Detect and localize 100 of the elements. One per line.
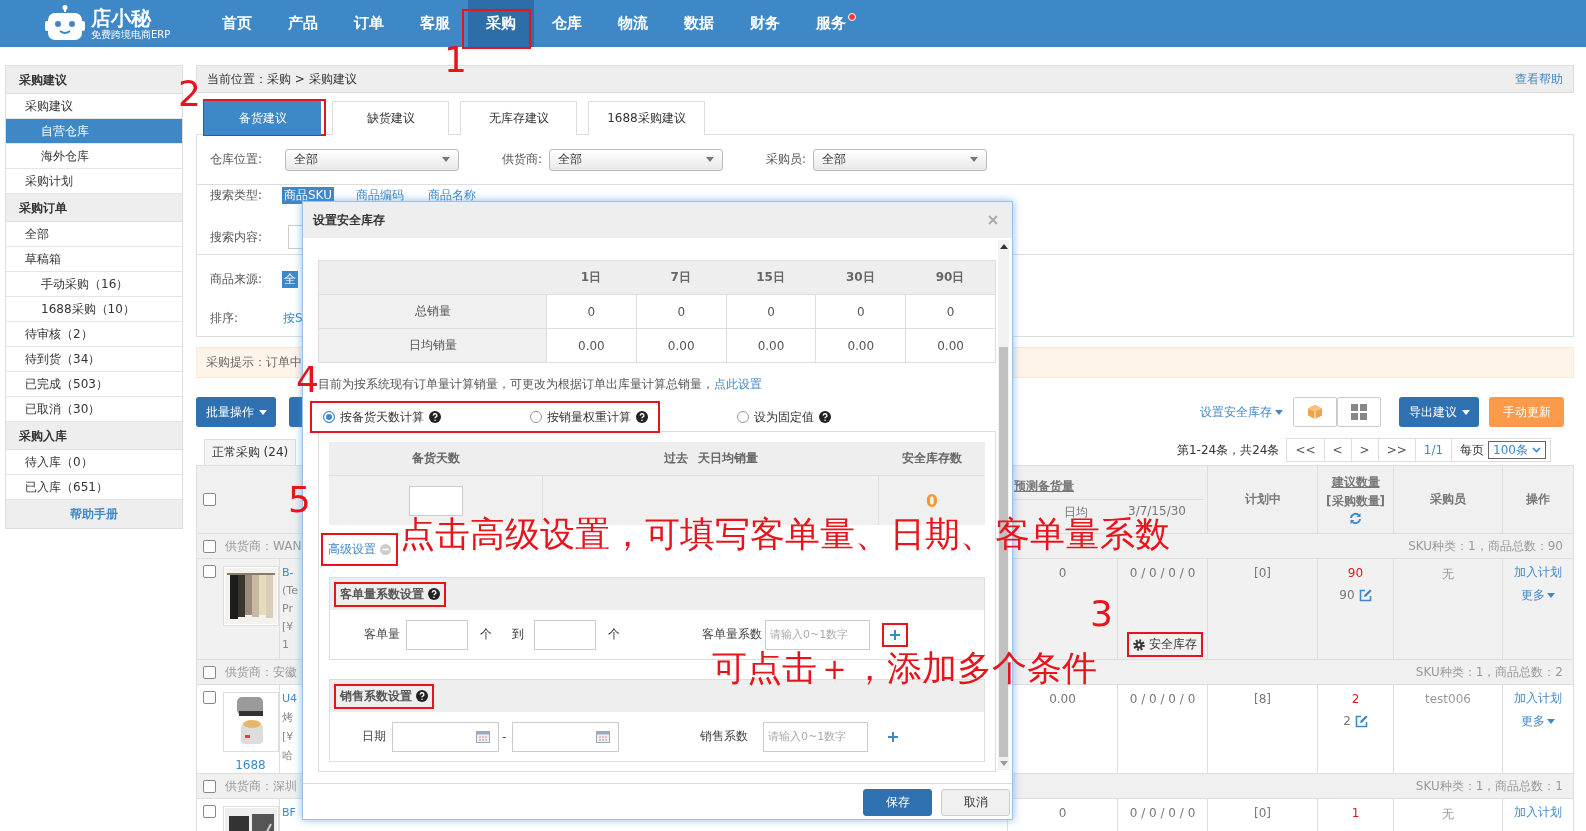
scroll-down-icon[interactable] bbox=[999, 761, 1008, 766]
source-option[interactable]: 全 bbox=[282, 270, 298, 288]
group-summary: SKU种类：1，商品总数：1 bbox=[1415, 777, 1563, 795]
sidebar-section-title: 采购建议 bbox=[6, 66, 182, 94]
more-link[interactable]: 更多 bbox=[1521, 587, 1555, 604]
days-field[interactable] bbox=[408, 485, 463, 516]
settings-link[interactable]: 点此设置 bbox=[714, 377, 762, 391]
caret-icon bbox=[706, 157, 714, 162]
scroll-up-icon[interactable] bbox=[999, 244, 1008, 249]
dropdown[interactable]: 全部 bbox=[813, 148, 987, 171]
checkbox[interactable] bbox=[203, 665, 216, 679]
nav-item[interactable]: 采购 bbox=[468, 0, 534, 47]
field-label: 销售系数 bbox=[700, 728, 748, 745]
nav-item[interactable]: 物流 bbox=[600, 0, 666, 47]
table-cell: 0 / 0 / 0 / 0 bbox=[1129, 692, 1196, 706]
checkbox[interactable] bbox=[203, 565, 216, 578]
column-header: 30日 bbox=[845, 269, 875, 286]
add-to-plan-link[interactable]: 加入计划 bbox=[1514, 804, 1562, 821]
tab[interactable]: 无库存建议 bbox=[460, 101, 577, 135]
table-cell: 0.00 bbox=[578, 338, 605, 353]
coefficient-field[interactable]: 请输入0~1数字 bbox=[763, 721, 868, 752]
purchase-quantity: 2 bbox=[1343, 714, 1351, 728]
product-text[interactable]: U4 bbox=[282, 692, 298, 705]
nav-item[interactable]: 数据 bbox=[666, 0, 732, 47]
dropdown[interactable]: 全部 bbox=[285, 148, 459, 171]
radio-label[interactable]: 按备货天数计算 bbox=[340, 408, 424, 426]
nav-item[interactable]: 仓库 bbox=[534, 0, 600, 47]
purchase-quantity: 90 bbox=[1339, 588, 1355, 602]
save-button[interactable]: 保存 bbox=[863, 789, 932, 816]
quantity-field[interactable] bbox=[406, 619, 468, 650]
quantity-field[interactable] bbox=[534, 619, 596, 650]
search-type-option[interactable]: 商品编码 bbox=[353, 186, 406, 204]
checkbox[interactable] bbox=[203, 805, 216, 818]
sort-option[interactable]: 按S bbox=[283, 309, 303, 327]
nav-item[interactable]: 产品 bbox=[270, 0, 336, 47]
settings-icon bbox=[1133, 638, 1145, 651]
nav-item[interactable]: 订单 bbox=[336, 0, 402, 47]
search-type-option[interactable]: 商品名称 bbox=[425, 186, 478, 204]
checkbox[interactable] bbox=[203, 691, 216, 704]
radio-label[interactable]: 按销量权重计算 bbox=[547, 408, 631, 426]
checkbox[interactable] bbox=[203, 779, 216, 793]
radio-label[interactable]: 设为固定值 bbox=[754, 408, 814, 426]
date-field[interactable] bbox=[392, 721, 499, 752]
update-button[interactable]: 手动更新 bbox=[1489, 397, 1564, 427]
edit-icon[interactable] bbox=[1354, 714, 1368, 728]
nav-item[interactable]: 服务 bbox=[798, 0, 864, 47]
table-cell: 0 bbox=[946, 304, 955, 319]
checkbox[interactable] bbox=[203, 539, 216, 553]
grid-view-button[interactable] bbox=[1337, 397, 1381, 427]
edit-icon[interactable] bbox=[1358, 588, 1372, 602]
batch-button[interactable]: 批量操作 bbox=[196, 397, 276, 427]
refresh-icon[interactable] bbox=[1349, 512, 1362, 525]
close-icon[interactable] bbox=[988, 215, 998, 225]
search-type-option[interactable]: 商品SKU bbox=[282, 186, 334, 204]
box-button[interactable] bbox=[1293, 397, 1337, 427]
product-text: (Te bbox=[282, 584, 298, 597]
calendar-icon[interactable] bbox=[596, 730, 611, 743]
radio-button[interactable] bbox=[530, 411, 542, 423]
safety-stock-button[interactable]: 安全库存 bbox=[1133, 636, 1197, 653]
radio-button[interactable] bbox=[323, 411, 335, 423]
checkbox[interactable] bbox=[203, 493, 216, 506]
filter-label: 商品来源: bbox=[210, 270, 264, 288]
safety-stock-link[interactable]: 设置安全库存 bbox=[1200, 403, 1283, 421]
product-text[interactable]: BF bbox=[282, 806, 296, 819]
product-text[interactable]: B- bbox=[282, 566, 294, 579]
product-text: 哈 bbox=[282, 748, 293, 763]
nav-item[interactable]: 财务 bbox=[732, 0, 798, 47]
column-header[interactable]: 建议数量 bbox=[1331, 474, 1380, 491]
date-field[interactable] bbox=[512, 721, 620, 752]
per-page-select[interactable]: 100条 bbox=[1488, 441, 1546, 459]
section-title: 客单量系数设置 bbox=[340, 585, 424, 603]
sidebar-item[interactable]: 自营仓库 bbox=[6, 119, 182, 144]
help-manual-link[interactable]: 帮助手册 bbox=[6, 500, 182, 528]
dropdown[interactable]: 全部 bbox=[549, 148, 723, 171]
tab[interactable]: 缺货建议 bbox=[332, 101, 449, 135]
tab[interactable]: 备货建议 bbox=[204, 101, 321, 135]
calendar-icon[interactable] bbox=[476, 730, 490, 743]
coefficient-field[interactable]: 请输入0~1数字 bbox=[765, 619, 870, 650]
column-header[interactable]: 预测备货量 bbox=[1014, 478, 1074, 495]
table-cell: 0 bbox=[1058, 566, 1067, 580]
help-icon bbox=[416, 690, 428, 702]
help-link[interactable]: 查看帮助 bbox=[1515, 70, 1563, 88]
add-to-plan-link[interactable]: 加入计划 bbox=[1514, 690, 1562, 707]
column-header: 过去 bbox=[664, 450, 688, 467]
export-button[interactable]: 导出建议 bbox=[1399, 397, 1479, 427]
field-label: 到 bbox=[512, 626, 524, 643]
nav-item[interactable]: 首页 bbox=[204, 0, 270, 47]
more-link[interactable]: 更多 bbox=[1521, 713, 1555, 730]
tab[interactable]: 1688采购建议 bbox=[588, 101, 705, 135]
list-tab[interactable]: 正常采购 (24) bbox=[204, 439, 296, 465]
advanced-settings-link[interactable]: 高级设置 bbox=[328, 540, 376, 558]
product-text: [¥ bbox=[282, 620, 294, 633]
radio-button[interactable] bbox=[737, 411, 749, 423]
add-to-plan-link[interactable]: 加入计划 bbox=[1514, 564, 1562, 581]
help-icon bbox=[429, 411, 441, 423]
row-label: 日均销量 bbox=[408, 337, 457, 354]
supplier-text: 供货商：安徽 bbox=[225, 663, 297, 681]
cancel-button[interactable]: 取消 bbox=[941, 789, 1010, 816]
image-caption-link[interactable]: 1688 bbox=[235, 758, 266, 772]
table-cell: [0] bbox=[1254, 566, 1271, 580]
